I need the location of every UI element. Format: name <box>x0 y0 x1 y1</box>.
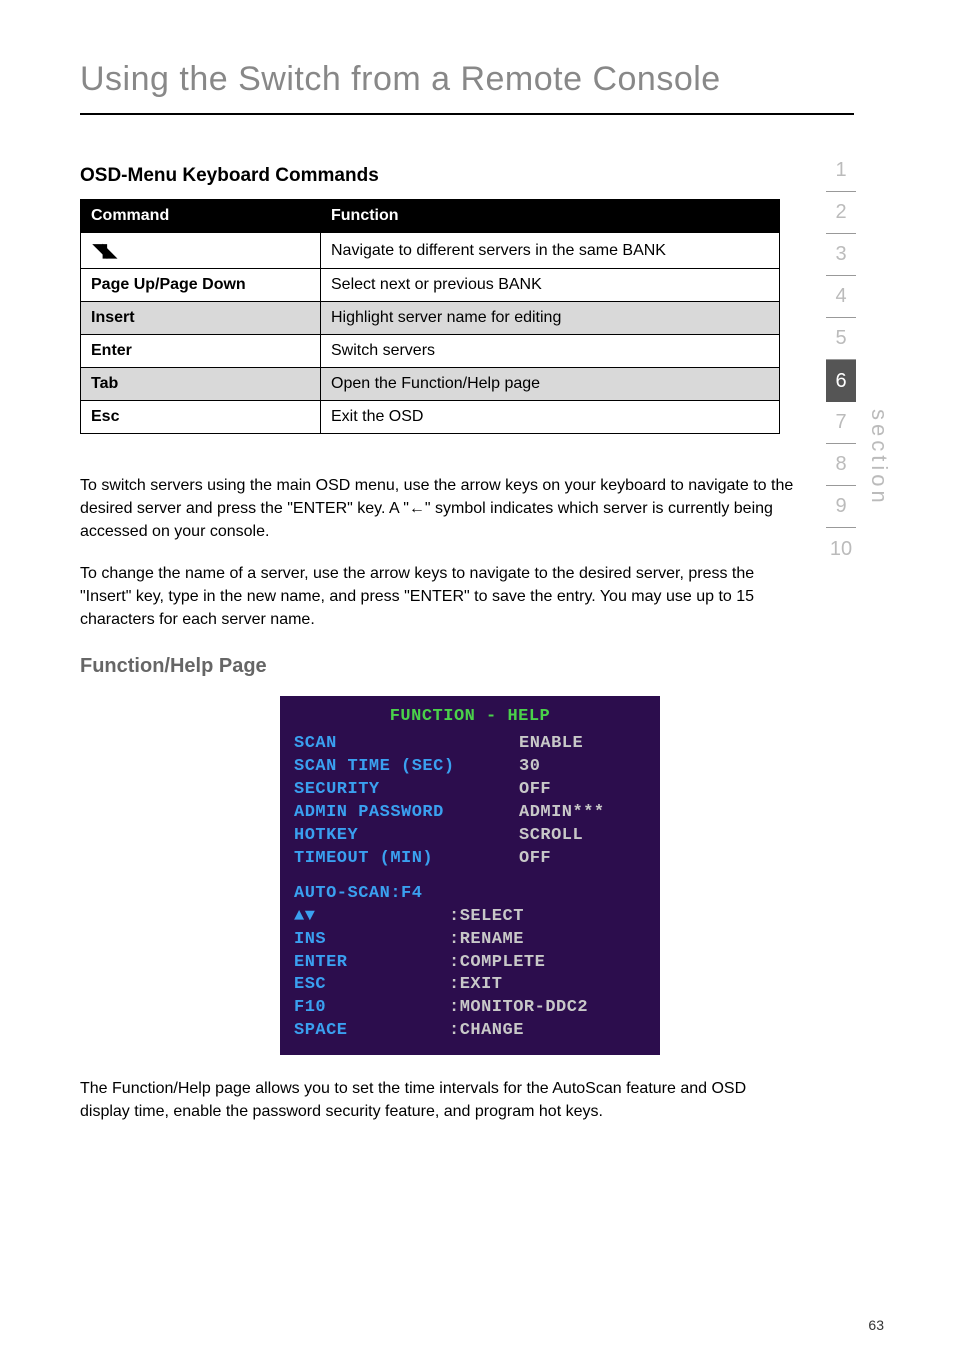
osd-action: :EXIT <box>449 974 503 997</box>
cell-function: Exit the OSD <box>321 401 780 434</box>
table-row: Esc Exit the OSD <box>81 401 780 434</box>
osd-value: SCROLL <box>519 825 583 848</box>
osd-label: TIMEOUT (MIN) <box>294 848 519 871</box>
section-heading: OSD-Menu Keyboard Commands <box>80 165 854 187</box>
cell-function: Switch servers <box>321 335 780 368</box>
nav-item-active[interactable]: 6 <box>826 360 856 402</box>
osd-label: SCAN TIME (SEC) <box>294 756 519 779</box>
nav-item[interactable]: 7 <box>826 402 856 444</box>
subheading: Function/Help Page <box>80 655 854 678</box>
osd-action: :COMPLETE <box>449 952 545 975</box>
section-label: section <box>866 409 892 507</box>
osd-key: INS <box>294 929 449 952</box>
osd-key: SPACE <box>294 1020 449 1043</box>
cell-function: Navigate to different servers in the sam… <box>321 233 780 269</box>
cell-command: Tab <box>81 368 321 401</box>
side-nav: 1 2 3 4 5 6 7 8 9 10 section <box>826 150 892 570</box>
osd-title: FUNCTION - HELP <box>294 706 646 729</box>
cell-function: Highlight server name for editing <box>321 302 780 335</box>
osd-key: ESC <box>294 974 449 997</box>
nav-item[interactable]: 10 <box>826 528 856 570</box>
osd-action: :MONITOR-DDC2 <box>449 997 588 1020</box>
osd-value: 30 <box>519 756 540 779</box>
paragraph: The Function/Help page allows you to set… <box>80 1077 800 1123</box>
osd-value: OFF <box>519 848 551 871</box>
osd-action: :SELECT <box>449 906 524 929</box>
nav-item[interactable]: 1 <box>826 150 856 192</box>
osd-label: SCAN <box>294 733 519 756</box>
nav-item[interactable]: 2 <box>826 192 856 234</box>
th-command: Command <box>81 200 321 233</box>
cell-command: Enter <box>81 335 321 368</box>
osd-label: HOTKEY <box>294 825 519 848</box>
arrow-updown-icon: ◥◣ <box>93 240 113 260</box>
osd-label: ADMIN PASSWORD <box>294 802 519 825</box>
osd-value: ADMIN*** <box>519 802 605 825</box>
table-row: Page Up/Page Down Select next or previou… <box>81 269 780 302</box>
cell-command: Insert <box>81 302 321 335</box>
nav-item[interactable]: 9 <box>826 486 856 528</box>
osd-label: SECURITY <box>294 779 519 802</box>
table-row: Enter Switch servers <box>81 335 780 368</box>
osd-value: ENABLE <box>519 733 583 756</box>
nav-item[interactable]: 4 <box>826 276 856 318</box>
cell-command: Esc <box>81 401 321 434</box>
osd-panel: FUNCTION - HELP SCANENABLE SCAN TIME (SE… <box>280 696 660 1055</box>
table-row: Tab Open the Function/Help page <box>81 368 780 401</box>
th-function: Function <box>321 200 780 233</box>
nav-item[interactable]: 8 <box>826 444 856 486</box>
table-row: ◥◣ Navigate to different servers in the … <box>81 233 780 269</box>
command-table: Command Function ◥◣ Navigate to differen… <box>80 199 780 434</box>
cell-command: Page Up/Page Down <box>81 269 321 302</box>
osd-autoscan: AUTO-SCAN:F4 <box>294 883 519 906</box>
page-title: Using the Switch from a Remote Console <box>80 60 854 115</box>
nav-item[interactable]: 3 <box>826 234 856 276</box>
osd-value: OFF <box>519 779 551 802</box>
nav-item[interactable]: 5 <box>826 318 856 360</box>
paragraph: To change the name of a server, use the … <box>80 562 800 632</box>
page-number: 63 <box>868 1317 884 1333</box>
osd-key: ENTER <box>294 952 449 975</box>
osd-action: :RENAME <box>449 929 524 952</box>
osd-key: ▲▼ <box>294 906 449 929</box>
osd-key: F10 <box>294 997 449 1020</box>
cell-function: Open the Function/Help page <box>321 368 780 401</box>
cell-function: Select next or previous BANK <box>321 269 780 302</box>
osd-action: :CHANGE <box>449 1020 524 1043</box>
paragraph: To switch servers using the main OSD men… <box>80 474 800 544</box>
table-row: Insert Highlight server name for editing <box>81 302 780 335</box>
